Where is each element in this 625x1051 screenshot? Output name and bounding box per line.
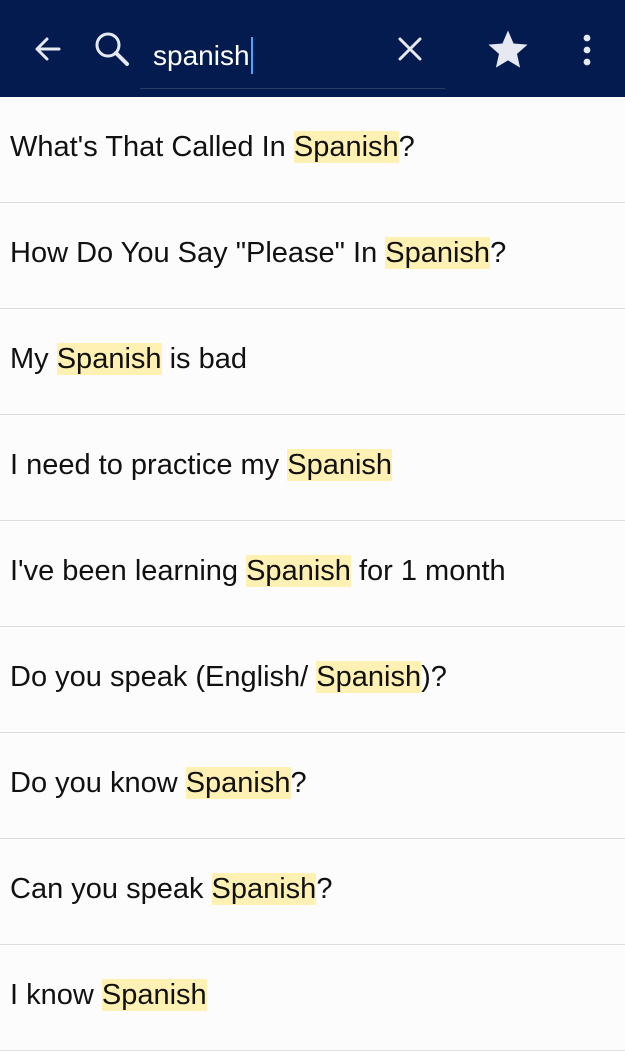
phrase-text: I need to practice my Spanish	[10, 442, 393, 488]
search-match-highlight: Spanish	[56, 343, 162, 375]
list-item[interactable]: How Do You Say "Please" In Spanish?	[0, 203, 625, 309]
results-list: What's That Called In Spanish? How Do You…	[0, 97, 625, 1051]
phrase-text: How Do You Say "Please" In Spanish?	[10, 230, 506, 276]
phrase-text: I know Spanish	[10, 972, 207, 1018]
back-button[interactable]	[24, 27, 72, 71]
phrase-suffix: is bad	[161, 343, 247, 375]
phrase-suffix: ?	[290, 767, 307, 799]
search-match-highlight: Spanish	[211, 873, 317, 905]
favorite-button[interactable]	[480, 24, 536, 76]
phrase-text: My Spanish is bad	[10, 336, 247, 382]
phrase-text: What's That Called In Spanish?	[10, 124, 415, 170]
phrase-suffix: ?	[490, 237, 507, 269]
more-options-button[interactable]	[568, 27, 606, 73]
list-item[interactable]: Do you speak (English/ Spanish)?	[0, 627, 625, 733]
search-match-highlight: Spanish	[385, 237, 491, 269]
phrase-prefix: I know	[10, 979, 102, 1011]
phrase-prefix: I need to practice my	[10, 449, 288, 481]
phrase-suffix: ?	[316, 873, 333, 905]
search-match-highlight: Spanish	[185, 767, 291, 799]
list-item[interactable]: What's That Called In Spanish?	[0, 97, 625, 203]
list-item[interactable]: Do you know Spanish?	[0, 733, 625, 839]
phrase-prefix: Can you speak	[10, 873, 212, 905]
clear-search-button[interactable]	[388, 27, 432, 71]
phrase-suffix: for 1 month	[350, 555, 506, 587]
search-icon	[90, 27, 134, 71]
phrase-prefix: What's That Called In	[10, 131, 294, 163]
phrase-prefix: My	[10, 343, 57, 375]
star-icon	[488, 30, 528, 68]
list-item[interactable]: I need to practice my Spanish	[0, 415, 625, 521]
search-match-highlight: Spanish	[287, 449, 393, 481]
search-match-highlight: Spanish	[101, 979, 207, 1011]
phrase-text: Can you speak Spanish?	[10, 866, 332, 912]
phrase-suffix: ?	[398, 131, 415, 163]
phrase-text: I've been learning Spanish for 1 month	[10, 548, 506, 594]
search-app-bar: spanish	[0, 0, 625, 97]
arrow-left-icon	[35, 37, 61, 61]
search-match-highlight: Spanish	[316, 661, 422, 693]
close-icon	[398, 37, 422, 61]
more-vert-icon	[583, 34, 591, 66]
list-item[interactable]: My Spanish is bad	[0, 309, 625, 415]
list-item[interactable]: Can you speak Spanish?	[0, 839, 625, 945]
search-query-text: spanish	[153, 40, 250, 71]
list-item[interactable]: I know Spanish	[0, 945, 625, 1051]
phrase-prefix: Do you know	[10, 767, 186, 799]
list-item[interactable]: I've been learning Spanish for 1 month	[0, 521, 625, 627]
phrase-text: Do you speak (English/ Spanish)?	[10, 654, 447, 700]
phrase-prefix: How Do You Say "Please" In	[10, 237, 386, 269]
phrase-prefix: Do you speak (English/	[10, 661, 317, 693]
text-cursor	[251, 37, 253, 74]
phrase-suffix: )?	[421, 661, 447, 693]
search-match-highlight: Spanish	[293, 131, 399, 163]
phrase-prefix: I've been learning	[10, 555, 247, 587]
phrase-text: Do you know Spanish?	[10, 760, 307, 806]
search-match-highlight: Spanish	[246, 555, 351, 587]
